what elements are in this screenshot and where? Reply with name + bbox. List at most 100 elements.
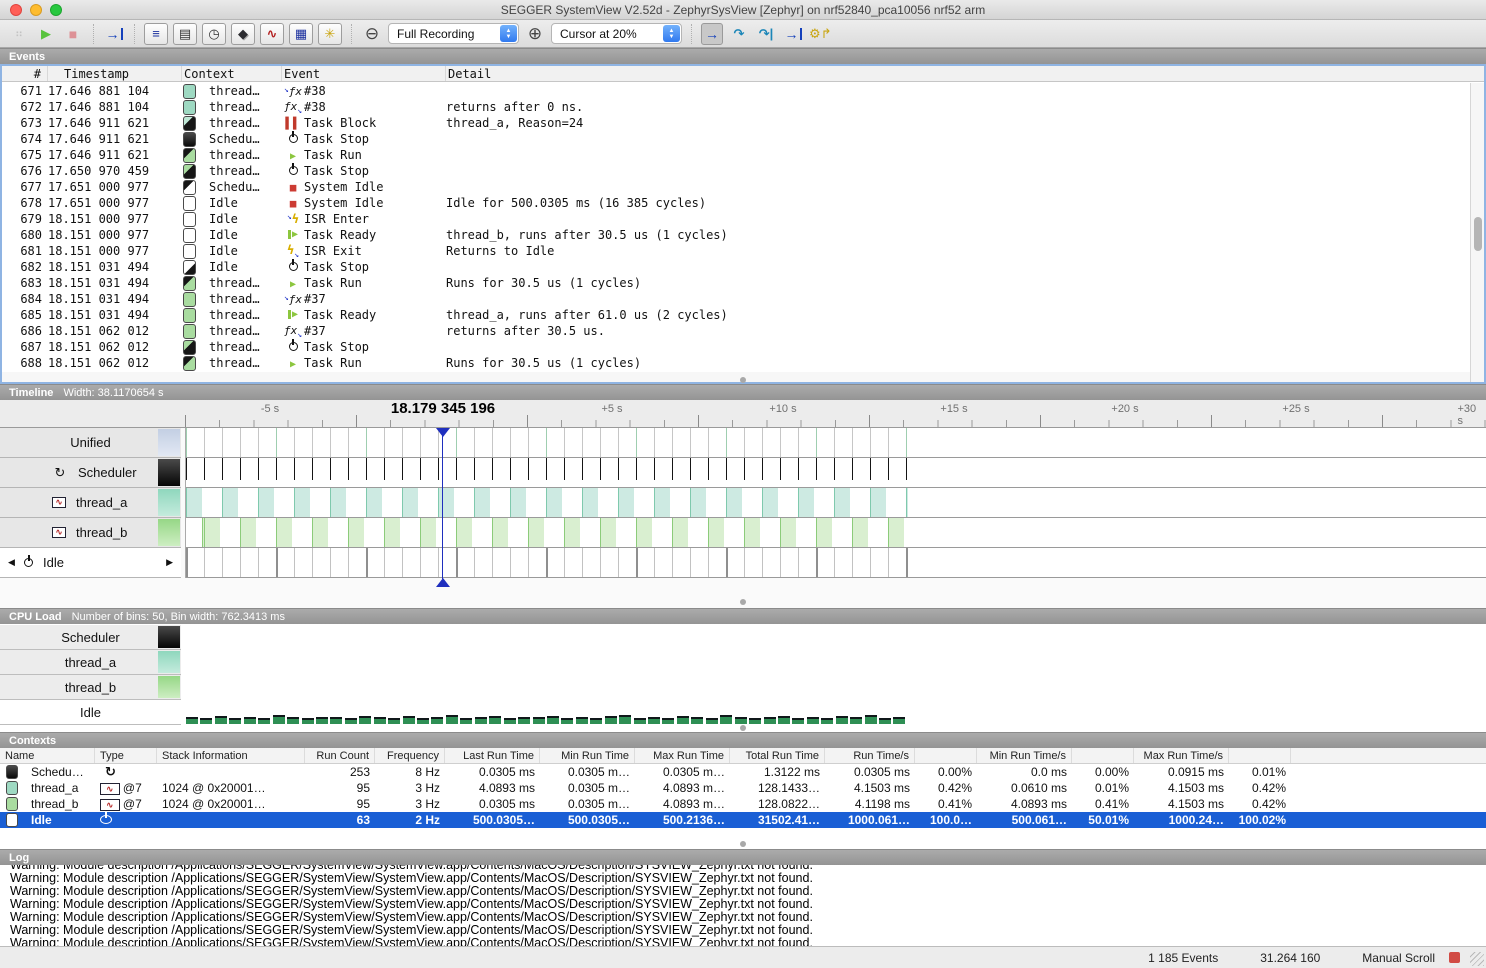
contexts-col-header[interactable]: Run Count <box>305 748 375 763</box>
scroll-right-icon[interactable]: ▶ <box>166 557 173 568</box>
task-stop-icon <box>282 164 304 178</box>
events-splitter-grip[interactable] <box>740 377 746 383</box>
play-icon[interactable]: ▶ <box>35 23 57 45</box>
event-row[interactable]: 687 18.151 062 012 thread… Task Stop <box>2 339 1470 355</box>
event-row[interactable]: 683 18.151 031 494 thread… ▶Task Run Run… <box>2 275 1470 291</box>
events-col-event[interactable]: Event <box>282 66 446 81</box>
timeline-splitter-grip[interactable] <box>740 599 746 605</box>
record-config-icon[interactable]: ▤ <box>173 23 197 45</box>
contexts-splitter-grip[interactable] <box>740 841 746 847</box>
event-row[interactable]: 688 18.151 062 012 thread… ▶Task Run Run… <box>2 355 1470 371</box>
events-vscrollbar[interactable] <box>1470 83 1484 382</box>
timeline-cursor-marker-top[interactable] <box>436 428 450 437</box>
contexts-col-header[interactable] <box>915 748 977 763</box>
timeline-chart-icon[interactable]: ∿ <box>260 23 284 45</box>
auto-load-icon[interactable]: ⚙↱ <box>809 23 832 45</box>
contexts-col-header[interactable]: Type <box>95 748 157 763</box>
contexts-col-header[interactable]: Last Run Time <box>445 748 540 763</box>
timeline-cursor-line[interactable] <box>442 428 443 579</box>
contexts-col-header[interactable]: Max Run Time/s <box>1134 748 1229 763</box>
timeline-track-unified[interactable]: Unified <box>0 428 181 458</box>
minimize-button[interactable] <box>30 4 42 16</box>
event-row[interactable]: 682 18.151 031 494 Idle Task Stop <box>2 259 1470 275</box>
stop-icon[interactable]: ■ <box>62 23 84 45</box>
status-record-indicator[interactable] <box>1449 952 1460 963</box>
record-dots-icon[interactable]: ⠶ <box>8 23 30 45</box>
cursor-mode-select[interactable]: Cursor at 20%▲▼ <box>551 23 682 44</box>
timeline-track-scheduler[interactable]: ↻ Scheduler <box>0 458 181 488</box>
context-cell: 95 <box>305 781 375 795</box>
context-row[interactable]: Schedu… ↻ 2538 Hz0.0305 ms0.0305 m…0.030… <box>0 764 1486 780</box>
timeline-ruler[interactable]: 18.179 345 196 -5 s+5 s+10 s+15 s+20 s+2… <box>0 400 1486 428</box>
cpu-track-idle[interactable]: Idle <box>0 700 181 725</box>
timeline-track-thread-a[interactable]: ∿ thread_a <box>0 488 181 518</box>
jump-latest-icon[interactable]: → <box>782 23 804 45</box>
timer-icon[interactable]: ◷ <box>202 23 226 45</box>
timeline-cursor-marker-bottom[interactable] <box>436 578 450 587</box>
cpu-splitter-grip[interactable] <box>740 725 746 731</box>
contexts-col-header[interactable]: Min Run Time <box>540 748 635 763</box>
contexts-col-header[interactable]: Stack Information <box>157 748 305 763</box>
contexts-col-header[interactable]: Run Time/s <box>825 748 915 763</box>
event-row[interactable]: 674 17.646 911 621 Schedu… Task Stop <box>2 131 1470 147</box>
follow-cursor-icon[interactable]: → <box>701 23 723 45</box>
event-row[interactable]: 686 18.151 062 012 thread… ƒx↘#37 return… <box>2 323 1470 339</box>
event-row[interactable]: 684 18.151 031 494 thread… ↘ƒx#37 <box>2 291 1470 307</box>
contexts-col-header[interactable] <box>1229 748 1291 763</box>
context-row[interactable]: thread_a ∿ @71024 @ 0x20001…953 Hz4.0893… <box>0 780 1486 796</box>
contexts-col-header[interactable]: Total Run Time <box>730 748 825 763</box>
context-row[interactable]: thread_b ∿ @71024 @ 0x20001…953 Hz0.0305… <box>0 796 1486 812</box>
contexts-col-header[interactable]: Name <box>0 748 95 763</box>
event-row[interactable]: 673 17.646 911 621 thread… ▌▌Task Block … <box>2 115 1470 131</box>
load-loop-icon[interactable]: ↷ <box>728 23 750 45</box>
events-col-timestamp[interactable]: Timestamp <box>48 66 182 81</box>
events-vscrollbar-thumb[interactable] <box>1474 217 1482 251</box>
recording-mode-select[interactable]: Full Recording▲▼ <box>388 23 519 44</box>
event-row[interactable]: 678 17.651 000 977 Idle ■System Idle Idl… <box>2 195 1470 211</box>
timeline-track-area[interactable] <box>185 428 1486 578</box>
dropdown-stepper-icon[interactable]: ▲▼ <box>500 25 517 42</box>
zoom-out-icon[interactable]: ⊖ <box>361 23 383 45</box>
context-row[interactable]: Idle 632 Hz500.0305…500.0305…500.2136…31… <box>0 812 1486 828</box>
events-col-num[interactable]: # <box>2 66 48 81</box>
contexts-col-header[interactable]: Max Run Time <box>635 748 730 763</box>
timeline-track-thread-b[interactable]: ∿ thread_b <box>0 518 181 548</box>
contexts-col-header[interactable] <box>1072 748 1134 763</box>
events-col-detail[interactable]: Detail <box>446 66 1484 81</box>
timeline-track-idle[interactable]: ◀ Idle ▶ <box>0 548 181 578</box>
load-next-block-icon[interactable]: ↷| <box>755 23 777 45</box>
zoom-in-icon[interactable]: ⊕ <box>524 23 546 45</box>
contexts-title-label: Contexts <box>9 735 56 747</box>
event-name: Task Stop <box>304 164 369 178</box>
event-row[interactable]: 675 17.646 911 621 thread… ▶Task Run <box>2 147 1470 163</box>
event-row[interactable]: 672 17.646 881 104 thread… ƒx↘#38 return… <box>2 99 1470 115</box>
target-device-icon[interactable]: ◆ <box>231 23 255 45</box>
dropdown-stepper-icon[interactable]: ▲▼ <box>663 25 680 42</box>
cpu-track-thread-a[interactable]: thread_a <box>0 650 181 675</box>
events-hscroll-strip[interactable] <box>2 372 1470 382</box>
event-row[interactable]: 681 18.151 000 977 Idle ϟ↘ISR Exit Retur… <box>2 243 1470 259</box>
zoom-button[interactable] <box>50 4 62 16</box>
event-row[interactable]: 676 17.650 970 459 thread… Task Stop <box>2 163 1470 179</box>
event-context: Idle <box>209 212 238 226</box>
goto-end-icon[interactable]: → <box>103 23 125 45</box>
event-row[interactable]: 685 18.151 031 494 thread… ▶Task Ready t… <box>2 307 1470 323</box>
cpu-track-scheduler[interactable]: Scheduler <box>0 625 181 650</box>
event-row[interactable]: 679 18.151 000 977 Idle ↘ϟISR Enter <box>2 211 1470 227</box>
event-list-icon[interactable]: ≡ <box>144 23 168 45</box>
event-row[interactable]: 677 17.651 000 977 Schedu… ■System Idle <box>2 179 1470 195</box>
close-button[interactable] <box>10 4 22 16</box>
event-row[interactable]: 671 17.646 881 104 thread… ↘ƒx#38 <box>2 83 1470 99</box>
contexts-col-header[interactable]: Frequency <box>375 748 445 763</box>
modules-icon[interactable]: ✳ <box>318 23 342 45</box>
window-resize-grip[interactable] <box>1470 952 1484 966</box>
cpu-load-chart[interactable] <box>186 625 908 724</box>
event-timestamp: 18.151 000 977 <box>48 244 182 258</box>
scroll-left-icon[interactable]: ◀ <box>8 557 15 568</box>
cpu-track-thread-b[interactable]: thread_b <box>0 675 181 700</box>
event-row[interactable]: 680 18.151 000 977 Idle ▶Task Ready thre… <box>2 227 1470 243</box>
task-stop-icon <box>282 260 304 274</box>
contexts-table-icon[interactable]: ▦ <box>289 23 313 45</box>
contexts-col-header[interactable]: Min Run Time/s <box>977 748 1072 763</box>
events-col-context[interactable]: Context <box>182 66 282 81</box>
